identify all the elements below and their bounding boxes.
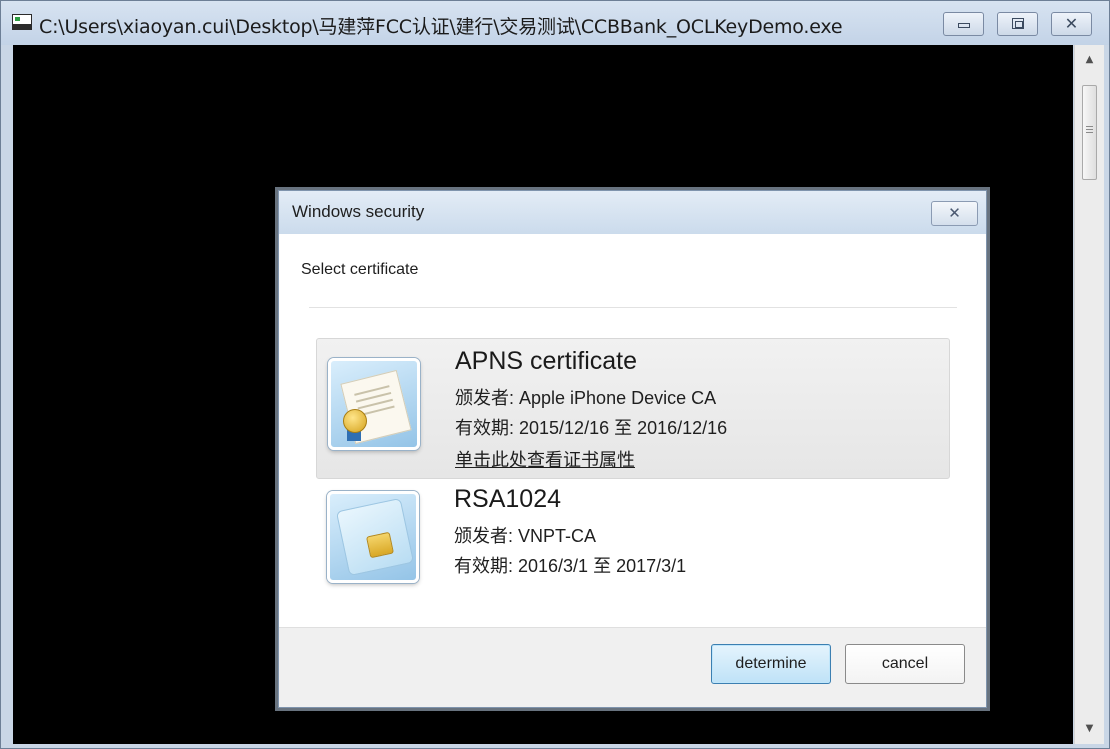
console-app-icon: [12, 14, 32, 30]
smart-card-icon: [327, 491, 419, 583]
dialog-close-button[interactable]: ✕: [931, 201, 978, 226]
scroll-up-arrow-icon[interactable]: ▲: [1075, 49, 1104, 71]
scrollbar-thumb[interactable]: [1082, 85, 1097, 180]
grip-icon: [1086, 126, 1093, 127]
windows-security-dialog: Windows security ✕ Select certificate AP…: [278, 190, 987, 708]
window-titlebar[interactable]: C:\Users\xiaoyan.cui\Desktop\马建萍FCC认证\建行…: [1, 1, 1109, 45]
divider: [309, 307, 957, 308]
certificate-item-apns[interactable]: APNS certificate 颁发者: Apple iPhone Devic…: [316, 338, 950, 479]
maximize-button[interactable]: [997, 12, 1038, 36]
view-certificate-properties-link[interactable]: 单击此处查看证书属性: [455, 446, 635, 472]
dialog-footer: determine cancel: [279, 627, 986, 707]
dialog-titlebar[interactable]: Windows security ✕: [279, 191, 986, 234]
close-icon: ✕: [948, 204, 961, 222]
certificate-item-rsa1024[interactable]: RSA1024 颁发者: VNPT-CA 有效期: 2016/3/1 至 201…: [316, 483, 950, 601]
certificate-seal-icon: [328, 358, 420, 450]
certificate-validity: 有效期: 2015/12/16 至 2016/12/16: [455, 418, 728, 438]
scroll-down-arrow-icon[interactable]: ▼: [1075, 718, 1104, 740]
dialog-title: Windows security: [292, 202, 425, 221]
cancel-button[interactable]: cancel: [845, 644, 965, 684]
certificate-issuer: 颁发者: VNPT-CA: [454, 526, 597, 546]
close-icon: ✕: [1064, 14, 1079, 33]
minimize-button[interactable]: [943, 12, 984, 36]
determine-button[interactable]: determine: [711, 644, 831, 684]
certificate-validity: 有效期: 2016/3/1 至 2017/3/1: [454, 556, 687, 576]
maximize-icon: [1012, 18, 1024, 29]
window-title: C:\Users\xiaoyan.cui\Desktop\马建萍FCC认证\建行…: [39, 16, 843, 38]
certificate-name: APNS certificate: [455, 347, 638, 375]
window-close-button[interactable]: ✕: [1051, 12, 1092, 36]
certificate-issuer: 颁发者: Apple iPhone Device CA: [455, 388, 717, 408]
vertical-scrollbar[interactable]: ▲ ▼: [1074, 45, 1104, 744]
certificate-name: RSA1024: [454, 485, 562, 513]
minimize-icon: [958, 23, 970, 28]
dialog-subtitle: Select certificate: [301, 261, 419, 278]
